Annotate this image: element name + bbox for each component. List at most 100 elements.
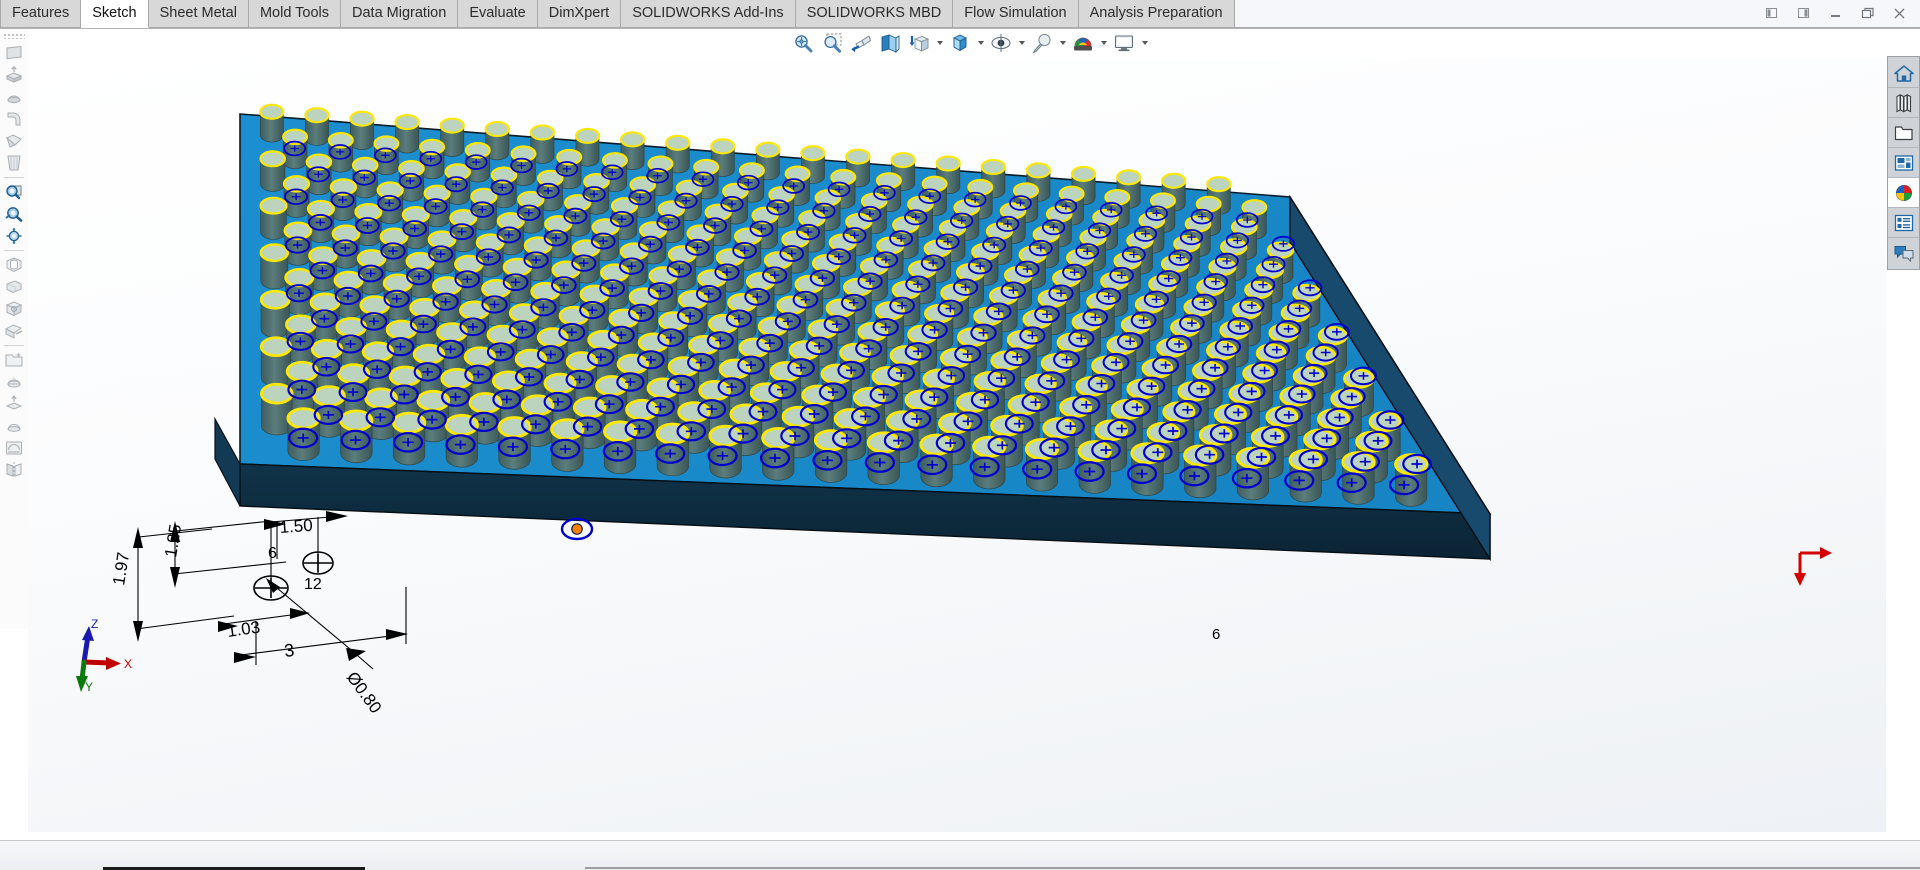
count-label-6b-text: 6 bbox=[1212, 626, 1220, 643]
restore-right-icon[interactable] bbox=[1796, 6, 1814, 22]
tab-solidworks-mbd[interactable]: SOLIDWORKS MBD bbox=[795, 0, 954, 28]
tab-dimxpert[interactable]: DimXpert bbox=[537, 0, 622, 28]
minimize-icon[interactable] bbox=[1828, 6, 1846, 22]
pin-cylinder[interactable] bbox=[1235, 446, 1271, 501]
dim-spacing-150-text: 1.50 bbox=[279, 516, 313, 537]
dome-feature-icon[interactable] bbox=[1, 371, 27, 393]
zoom-to-area-icon[interactable] bbox=[819, 30, 845, 56]
sketch-plane-icon[interactable] bbox=[1, 42, 27, 64]
plate-left-face bbox=[214, 416, 241, 507]
pin-cylinder[interactable] bbox=[259, 243, 290, 290]
edit-appearance-icon[interactable] bbox=[1029, 30, 1055, 56]
tab-sketch[interactable]: Sketch bbox=[81, 0, 149, 28]
pin-cylinder[interactable] bbox=[394, 114, 420, 154]
edit-appearance-caret-icon[interactable] bbox=[1058, 30, 1067, 56]
appearances-scenes-icon[interactable] bbox=[1888, 178, 1919, 208]
pin-cylinder[interactable] bbox=[761, 426, 796, 481]
view-settings-icon[interactable] bbox=[1111, 30, 1137, 56]
pin-cylinder[interactable] bbox=[259, 289, 291, 338]
dim-width-197-text: 1.97 bbox=[109, 551, 133, 587]
view-palette-icon[interactable] bbox=[1888, 148, 1919, 178]
ribbon-tab-bar: Features Sketch Sheet Metal Mold Tools D… bbox=[0, 0, 1920, 29]
extruded-boss-icon[interactable] bbox=[1, 64, 27, 86]
pin-cylinder[interactable] bbox=[1288, 448, 1323, 503]
tab-flow-simulation[interactable]: Flow Simulation bbox=[953, 0, 1079, 28]
pin-array-plate-model: 1.97 1.25 1.50 1.03 3 Ø0.80 6 12 6 bbox=[109, 103, 1832, 717]
dim-length-3-text: 3 bbox=[283, 640, 295, 661]
tab-sheet-metal[interactable]: Sheet Metal bbox=[148, 0, 249, 28]
pin-cylinder[interactable] bbox=[1183, 444, 1218, 499]
close-icon[interactable] bbox=[1892, 6, 1910, 22]
lofted-boss-icon[interactable] bbox=[1, 130, 27, 152]
tab-features[interactable]: Features bbox=[0, 0, 82, 28]
solidworks-forum-icon[interactable] bbox=[1888, 238, 1919, 268]
selected-sketch-point[interactable] bbox=[560, 517, 594, 541]
restore-left-icon[interactable] bbox=[1764, 6, 1782, 22]
tab-mold-tools[interactable]: Mold Tools bbox=[248, 0, 342, 28]
previous-view-icon[interactable] bbox=[848, 30, 874, 56]
pin-cylinder[interactable] bbox=[1394, 453, 1429, 507]
extrude-surface-icon[interactable] bbox=[1, 393, 27, 415]
solidworks-resources-icon[interactable] bbox=[1888, 58, 1919, 88]
dim-offset-125-text: 1.25 bbox=[161, 523, 185, 559]
rail-divider-3 bbox=[4, 345, 24, 346]
tab-solidworks-add-ins[interactable]: SOLIDWORKS Add-Ins bbox=[621, 0, 796, 28]
status-bar bbox=[0, 840, 1920, 870]
apply-scene-icon[interactable] bbox=[1070, 30, 1096, 56]
tab-data-migration[interactable]: Data Migration bbox=[341, 0, 459, 28]
task-pane-rail bbox=[1887, 56, 1920, 270]
status-divider-right bbox=[585, 867, 1920, 869]
revolve-surface-icon[interactable] bbox=[1, 415, 27, 437]
pin-cylinder[interactable] bbox=[304, 107, 330, 146]
triad-y-label: Y bbox=[85, 680, 93, 694]
solidworks-window: Features Sketch Sheet Metal Mold Tools D… bbox=[0, 0, 1920, 870]
triad-z-label: Z bbox=[91, 617, 98, 631]
mirror-feature-icon[interactable] bbox=[1, 459, 27, 481]
dim-diameter-080-text: Ø0.80 bbox=[343, 668, 386, 717]
tab-evaluate[interactable]: Evaluate bbox=[458, 0, 538, 28]
rail-grip[interactable] bbox=[3, 33, 25, 39]
revolved-cut-icon[interactable] bbox=[1, 276, 27, 298]
dimension-text-group: 1.97 1.25 1.50 1.03 3 Ø0.80 6 12 6 bbox=[109, 516, 1220, 717]
extruded-cut-icon[interactable] bbox=[1, 254, 27, 276]
custom-properties-icon[interactable] bbox=[1888, 208, 1919, 238]
pin-cylinder[interactable] bbox=[259, 150, 286, 192]
new-folder-icon[interactable] bbox=[1, 349, 27, 371]
model-3d-view[interactable]: 1.97 1.25 1.50 1.03 3 Ø0.80 6 12 6 Z X Y bbox=[28, 59, 1886, 832]
section-view-icon[interactable] bbox=[877, 30, 903, 56]
lofted-cut-icon[interactable] bbox=[1, 320, 27, 342]
hide-show-items-caret-icon[interactable] bbox=[1017, 30, 1026, 56]
revolved-boss-icon[interactable] bbox=[1, 86, 27, 108]
file-explorer-icon[interactable] bbox=[1888, 118, 1919, 148]
left-tool-rail bbox=[0, 29, 28, 629]
tab-analysis-preparation[interactable]: Analysis Preparation bbox=[1078, 0, 1235, 28]
design-library-icon[interactable] bbox=[1888, 88, 1919, 118]
window-controls bbox=[1764, 0, 1916, 28]
rotate-view-icon[interactable] bbox=[1, 225, 27, 247]
zoom-to-fit-icon[interactable] bbox=[790, 30, 816, 56]
graphics-viewport[interactable]: 1.97 1.25 1.50 1.03 3 Ø0.80 6 12 6 Z X Y bbox=[28, 59, 1886, 832]
view-orientation-icon[interactable] bbox=[906, 30, 932, 56]
view-settings-caret-icon[interactable] bbox=[1140, 30, 1149, 56]
reference-direction-arrows[interactable] bbox=[1794, 547, 1832, 586]
swept-cut-icon[interactable] bbox=[1, 298, 27, 320]
swept-boss-icon[interactable] bbox=[1, 108, 27, 130]
coordinate-triad: Z X Y bbox=[66, 614, 156, 694]
maximize-icon[interactable] bbox=[1860, 6, 1878, 22]
magnifier-tool-icon[interactable] bbox=[1, 203, 27, 225]
display-style-icon[interactable] bbox=[947, 30, 973, 56]
hide-show-items-icon[interactable] bbox=[988, 30, 1014, 56]
zoom-area-tool-icon[interactable] bbox=[1, 181, 27, 203]
view-orientation-caret-icon[interactable] bbox=[935, 30, 944, 56]
fill-surface-icon[interactable] bbox=[1, 437, 27, 459]
pin-cylinder[interactable] bbox=[259, 196, 288, 240]
pin-cylinder[interactable] bbox=[259, 103, 285, 143]
pin-cylinder[interactable] bbox=[327, 132, 354, 173]
boundary-boss-icon[interactable] bbox=[1, 152, 27, 174]
pin-cylinder[interactable] bbox=[349, 110, 375, 150]
display-style-caret-icon[interactable] bbox=[976, 30, 985, 56]
pin-cylinder[interactable] bbox=[259, 336, 293, 387]
rail-divider bbox=[4, 177, 24, 178]
apply-scene-caret-icon[interactable] bbox=[1099, 30, 1108, 56]
pin-cylinder[interactable] bbox=[1341, 451, 1376, 505]
